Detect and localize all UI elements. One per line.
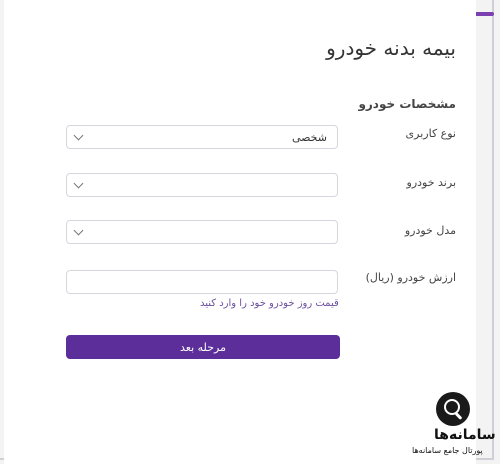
model-select[interactable] (66, 220, 338, 244)
watermark-tagline: پورتال جامع سامانه‌ها (412, 446, 483, 455)
chevron-down-icon (73, 130, 84, 141)
brand-label: برند خودرو (406, 176, 456, 189)
car-value-input[interactable] (66, 270, 338, 294)
car-value-hint: قیمت روز خودرو خود را وارد کنید (200, 298, 339, 309)
form-card: بیمه بدنه خودرو مشخصات خودرو نوع کاربری … (4, 0, 476, 464)
chevron-down-icon (73, 178, 84, 189)
usage-type-select[interactable]: شخصی (66, 125, 338, 149)
page-title: بیمه بدنه خودرو (326, 36, 456, 60)
next-step-button[interactable]: مرحله بعد (66, 335, 340, 359)
watermark-brand: سامانه‌ها (434, 427, 496, 443)
car-value-label: ارزش خودرو (ریال) (365, 271, 456, 284)
usage-type-value: شخصی (291, 131, 327, 144)
section-title: مشخصات خودرو (358, 97, 456, 111)
usage-type-label: نوع کاربری (405, 127, 456, 140)
magnifier-icon (436, 392, 470, 426)
chevron-down-icon (73, 225, 84, 236)
brand-select[interactable] (66, 173, 338, 197)
model-label: مدل خودرو (404, 224, 456, 237)
